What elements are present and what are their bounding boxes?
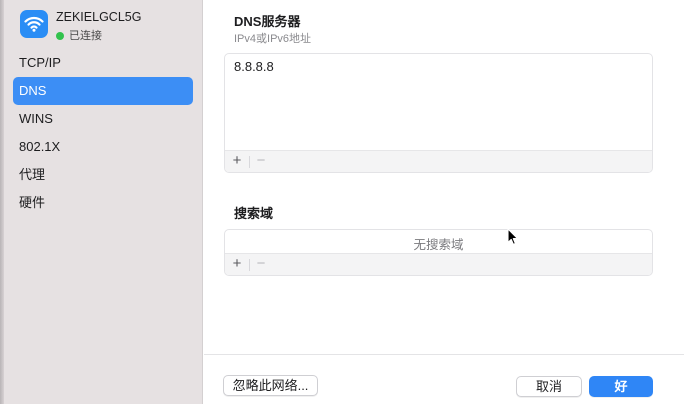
sidebar-item-wins[interactable]: WINS [13,105,193,133]
ignore-network-button[interactable]: 忽略此网络... [223,375,318,396]
wifi-icon [20,10,48,38]
search-domains-title: 搜索域 [234,206,274,221]
sidebar-item-8021x[interactable]: 802.1X [13,133,193,161]
remove-search-domain-button[interactable]: − [250,254,272,275]
network-header: ZEKIELGCL5G 已连接 [20,10,200,42]
content-pane: DNS服务器 IPv4或IPv6地址 8.8.8.8 + − 搜索域 无搜索域 … [204,0,684,404]
network-name: ZEKIELGCL5G [56,10,142,24]
sidebar-item-tcpip[interactable]: TCP/IP [13,49,193,77]
sidebar: ZEKIELGCL5G 已连接 TCP/IP DNS WINS 802.1X 代… [4,0,203,404]
network-status-text: 已连接 [69,30,102,42]
dns-server-list[interactable]: 8.8.8.8 + − [224,53,653,173]
dns-server-entry[interactable]: 8.8.8.8 [234,59,274,74]
search-domain-list[interactable]: 无搜索域 + − [224,229,653,276]
sidebar-nav: TCP/IP DNS WINS 802.1X 代理 硬件 [13,49,193,217]
add-search-domain-button[interactable]: + [226,254,248,275]
network-status: 已连接 [56,27,102,43]
remove-dns-button[interactable]: − [250,151,272,172]
dns-servers-title: DNS服务器 [234,14,301,29]
search-domain-empty-text: 无搜索域 [413,238,464,252]
dns-list-toolbar: + − [225,150,652,172]
sidebar-item-hardware[interactable]: 硬件 [13,189,193,217]
add-dns-button[interactable]: + [226,151,248,172]
footer-divider [204,354,684,355]
search-domain-toolbar: + − [225,253,652,275]
cancel-button[interactable]: 取消 [516,376,582,397]
sidebar-item-dns[interactable]: DNS [13,77,193,105]
dns-servers-subtitle: IPv4或IPv6地址 [234,33,312,45]
sidebar-item-proxy[interactable]: 代理 [13,161,193,189]
ok-button[interactable]: 好 [589,376,653,397]
connected-dot-icon [56,31,64,40]
mouse-pointer-icon [507,228,519,249]
